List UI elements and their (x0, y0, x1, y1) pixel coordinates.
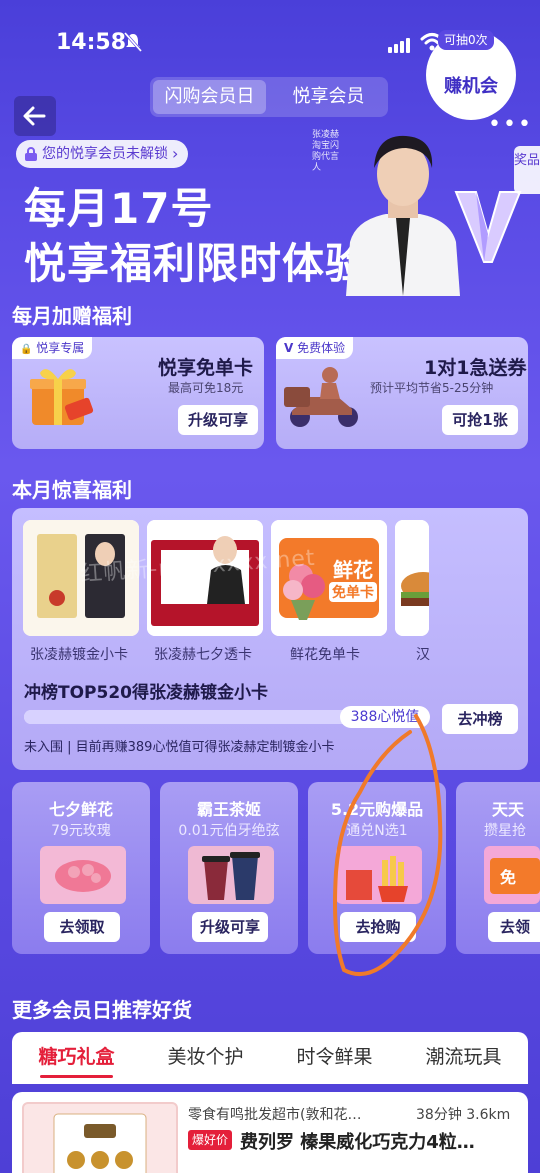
tab-seasonal-fruit[interactable]: 时令鲜果 (270, 1032, 399, 1084)
promo-card-daily[interactable]: 天天 攒星抢 免 去领 (456, 782, 540, 954)
chevron-right-icon: › (172, 144, 179, 163)
mute-bell-icon (124, 32, 142, 52)
rank-progress-fill (24, 710, 348, 724)
promo-subtitle: 79元玫瑰 (51, 823, 111, 839)
upgrade-enjoy-button[interactable]: 升级可享 (192, 912, 268, 942)
crystal-v-logo (454, 191, 522, 263)
promo-card-flowers[interactable]: 七夕鲜花 79元玫瑰 去领取 (12, 782, 150, 954)
rank-title: 冲榜TOP520得张凌赫镀金小卡 (24, 683, 268, 703)
back-button[interactable] (14, 96, 56, 136)
tab-flash-member-day[interactable]: 闪购会员日 (153, 80, 266, 114)
endorser-photo (346, 135, 460, 296)
burger-card-thumb[interactable] (395, 520, 429, 636)
grab-coupon-button[interactable]: 可抢1张 (442, 405, 518, 435)
gift-box-icon (30, 369, 94, 425)
recommend-tabs: 糖巧礼盒 美妆个护 时令鲜果 潮流玩具 (12, 1032, 528, 1084)
qixi-card-caption: 张凌赫七夕透卡 (154, 647, 252, 663)
promo-subtitle: 0.01元伯牙绝弦 (178, 823, 280, 839)
surprise-section-title: 本月惊喜福利 (12, 478, 132, 502)
v-badge-icon: V (284, 341, 294, 355)
back-arrow-icon (23, 106, 46, 126)
prizes-side-tab[interactable]: 奖品 (514, 146, 540, 194)
tab-yuexiang-member[interactable]: 悦享会员 (272, 80, 385, 114)
free-trial-tag-text: 免费体验 (297, 341, 346, 355)
flower-card-label2: 免单卡 (329, 582, 377, 602)
hero-title-line1: 每月17号 (24, 184, 214, 233)
rank-note: 未入围 | 目前再赚389心悦值可得张凌赫定制镀金小卡 (24, 740, 335, 755)
flower-card-label: 鲜花 (333, 558, 373, 582)
draw-count-tag: 可抽0次 (438, 30, 494, 50)
product-thumbnail (22, 1102, 178, 1173)
promo-title: 天天 (492, 800, 525, 819)
coupon-image: 免 (484, 846, 540, 904)
burger-image (395, 520, 429, 636)
free-order-subtitle: 最高可免18元 (168, 381, 244, 395)
exclusive-tag-text: 悦享专属 (36, 341, 85, 355)
earn-chances-label: 赚机会 (444, 76, 498, 97)
free-trial-tag: V 免费体验 (276, 337, 354, 359)
lock-icon (25, 147, 37, 161)
status-time: 14:58 (56, 30, 127, 55)
exclusive-tag: 🔒 悦享专属 (12, 337, 93, 359)
delivery-distance: 38分钟 3.6km (416, 1107, 511, 1123)
hero-title-line2: 悦享福利限时体验 (24, 239, 369, 288)
free-order-title: 悦享免单卡 (158, 357, 254, 379)
hand-drawn-circle-annotation (333, 714, 443, 976)
claim-daily-button[interactable]: 去领 (488, 912, 540, 942)
tab-beauty-care[interactable]: 美妆个护 (141, 1032, 270, 1084)
promo-title: 七夕鲜花 (48, 800, 113, 819)
more-options-icon[interactable]: ••• (488, 112, 533, 137)
chocolate-box-image (53, 1113, 147, 1173)
upgrade-button[interactable]: 升级可享 (178, 405, 258, 435)
flower-card-thumb[interactable]: 鲜花 免单卡 (271, 520, 387, 636)
shop-name: 零食有鸣批发超市(敦和花… (188, 1107, 362, 1123)
membership-lock-pill[interactable]: 您的悦享会员未解锁 › (16, 140, 189, 168)
recommend-product-item[interactable]: 零食有鸣批发超市(敦和花… 38分钟 3.6km 爆好价 费列罗 榛果威化巧克力… (12, 1092, 528, 1173)
svg-text:免: 免 (500, 868, 516, 887)
tab-trendy-toys[interactable]: 潮流玩具 (399, 1032, 528, 1084)
burger-card-caption: 汉 (416, 647, 430, 663)
claim-button[interactable]: 去领取 (44, 912, 120, 942)
hot-price-badge: 爆好价 (188, 1130, 233, 1150)
rose-bouquet-image (40, 846, 126, 904)
express-coupon-card[interactable]: V 免费体验 1对1急送券 预计平均节省5-25分钟 可抢1张 (276, 337, 528, 449)
free-order-card[interactable]: 🔒 悦享专属 悦享免单卡 最高可免18元 升级可享 (12, 337, 264, 449)
promo-card-tea[interactable]: 霸王茶姬 0.01元伯牙绝弦 升级可享 (160, 782, 298, 954)
lock-pill-text: 您的悦享会员未解锁 (42, 146, 168, 162)
express-coupon-title: 1对1急送券 (424, 357, 527, 379)
tab-candy-gift-box[interactable]: 糖巧礼盒 (12, 1032, 141, 1084)
go-rank-button[interactable]: 去冲榜 (442, 704, 518, 734)
delivery-scooter-icon (284, 367, 358, 427)
monthly-section-title: 每月加赠福利 (12, 304, 132, 328)
flower-card-caption: 鲜花免单卡 (290, 647, 360, 663)
top-tab-switcher: 闪购会员日 悦享会员 (150, 77, 388, 117)
promo-title: 霸王茶姬 (196, 800, 261, 819)
promo-subtitle: 攒星抢 (484, 823, 526, 839)
express-coupon-subtitle: 预计平均节省5-25分钟 (370, 381, 494, 395)
recommend-section-title: 更多会员日推荐好货 (12, 998, 192, 1022)
tea-cups-image (188, 846, 274, 904)
product-name: 费列罗 榛果威化巧克力4粒… (240, 1132, 475, 1153)
gold-card-caption: 张凌赫镀金小卡 (30, 647, 128, 663)
tag-lock-icon: 🔒 (20, 344, 33, 355)
signal-icon (388, 34, 412, 53)
